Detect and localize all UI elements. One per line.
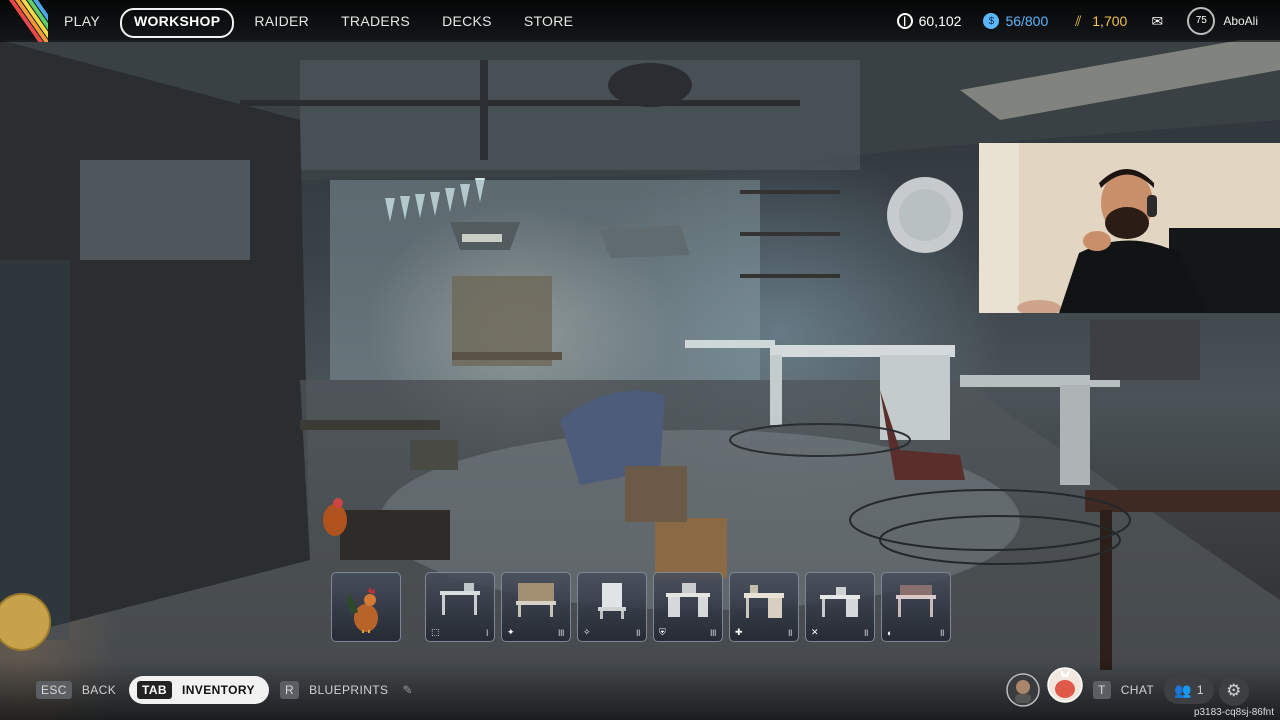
workbench-thumbnail-icon <box>598 583 626 619</box>
nav-raider[interactable]: RAIDER <box>242 8 321 34</box>
slot-category-icon: ✕ <box>811 627 819 637</box>
premium-value: 1,700 <box>1092 13 1128 29</box>
tray-slot-rooster[interactable] <box>331 572 401 642</box>
premium-balance[interactable]: ⫽ 1,700 <box>1070 12 1128 30</box>
r-key-hint: R <box>280 681 300 699</box>
raider-tokens-value: 56/800 <box>1005 13 1049 29</box>
slot-tier: II <box>787 628 793 638</box>
slot-tier: II <box>939 628 945 638</box>
workbench-thumbnail-icon <box>896 585 936 617</box>
party-count: 1 <box>1196 683 1204 697</box>
back-label: BACK <box>81 683 117 697</box>
slot-category-icon: ✚ <box>735 627 743 637</box>
mail-icon: ✉ <box>1151 12 1164 29</box>
raider-tokens-balance[interactable]: $ 56/800 <box>983 13 1048 29</box>
blueprints-label: BLUEPRINTS <box>309 683 389 697</box>
coins-balance[interactable]: | 60,102 <box>896 13 962 29</box>
blueprints-button[interactable]: R BLUEPRINTS ✎ <box>280 676 413 704</box>
party-button[interactable]: 👥 1 <box>1164 676 1214 704</box>
inventory-button[interactable]: TAB INVENTORY <box>129 676 269 704</box>
slot-tier: I <box>485 628 489 638</box>
slot-category-icon: ⬚ <box>431 627 440 637</box>
nav-workshop[interactable]: WORKSHOP <box>119 8 235 38</box>
slot-category-icon: ⛨ <box>659 627 666 637</box>
tab-key-hint: TAB <box>137 681 172 699</box>
slot-tier: III <box>709 628 717 638</box>
workbench-thumbnail-icon <box>820 587 860 617</box>
nav-store[interactable]: STORE <box>512 8 585 34</box>
raider-token-icon: $ <box>983 13 1000 29</box>
premium-currency-icon: ⫽ <box>1075 12 1082 29</box>
nav-play[interactable]: PLAY <box>52 8 112 34</box>
party-icon: 👥 <box>1174 681 1192 698</box>
session-id: p3183-cq8sj-86fnt <box>1193 707 1274 718</box>
main-nav: PLAY WORKSHOP RAIDER TRADERS DECKS STORE <box>52 8 585 38</box>
slot-tier: II <box>863 628 869 638</box>
inventory-label: INVENTORY <box>181 683 255 697</box>
tray-slot-bench-2[interactable]: ✦ III <box>501 572 571 642</box>
mail-button[interactable]: ✉ <box>1149 13 1165 29</box>
tray-slot-bench-7[interactable]: ◐ II <box>881 572 951 642</box>
player-level-badge: 75 <box>1187 7 1216 35</box>
tray-slot-bench-6[interactable]: ✕ II <box>805 572 875 642</box>
tray-slot-bench-4[interactable]: ⛨ III <box>653 572 723 642</box>
rooster-icon <box>347 587 378 633</box>
game-logo-icon <box>0 0 48 42</box>
player-username[interactable]: AboAli <box>1223 14 1258 28</box>
nav-decks[interactable]: DECKS <box>430 8 504 34</box>
workbench-thumbnail-icon <box>440 583 480 615</box>
slot-category-icon: ✦ <box>507 627 515 637</box>
avatar <box>1006 673 1040 707</box>
workbench-thumbnail-icon <box>744 585 784 618</box>
streamer-video <box>979 143 1280 313</box>
tray-slot-bench-5[interactable]: ✚ II <box>729 572 799 642</box>
t-key-hint: T <box>1093 681 1111 699</box>
blueprint-icon: ✎ <box>402 683 413 697</box>
slot-tier: II <box>635 628 641 638</box>
slot-category-icon: ✧ <box>583 627 591 637</box>
gear-icon: ⚙ <box>1226 681 1242 700</box>
tray-slot-bench-3[interactable]: ✧ II <box>577 572 647 642</box>
workbench-thumbnail-icon <box>666 583 710 617</box>
chat-label: CHAT <box>1120 683 1155 697</box>
esc-key-hint: ESC <box>36 681 72 699</box>
settings-button[interactable]: ⚙ <box>1219 676 1249 706</box>
currency-bar: | 60,102 $ 56/800 ⫽ 1,700 ✉ 75 AboAli <box>896 0 1280 42</box>
back-button[interactable]: ESC BACK <box>36 676 116 704</box>
tray-slot-bench-1[interactable]: ⬚ I <box>425 572 495 642</box>
coins-value: 60,102 <box>918 13 962 29</box>
workbench-thumbnail-icon <box>516 583 556 617</box>
slot-category-icon: ◐ <box>887 628 893 638</box>
friend-avatar-button[interactable] <box>1006 673 1040 707</box>
top-navigation-bar: PLAY WORKSHOP RAIDER TRADERS DECKS STORE… <box>0 0 1280 42</box>
avatar <box>1047 667 1083 703</box>
player-avatar-button[interactable] <box>1046 667 1084 703</box>
webcam-overlay <box>979 143 1280 313</box>
coin-icon: | <box>896 13 913 29</box>
chat-button[interactable]: T CHAT <box>1093 676 1154 704</box>
slot-tier: III <box>557 628 565 638</box>
nav-traders[interactable]: TRADERS <box>329 8 422 34</box>
